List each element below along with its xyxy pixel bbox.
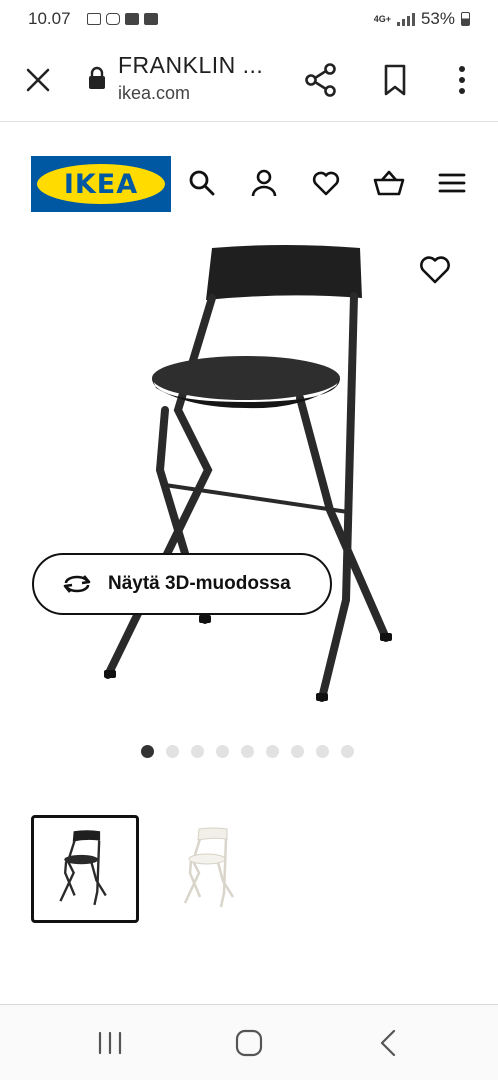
search-icon bbox=[189, 170, 215, 196]
logo-oval: IKEA bbox=[37, 164, 165, 204]
carousel-dot[interactable] bbox=[316, 745, 329, 758]
thumbnail-black-chair[interactable] bbox=[31, 815, 139, 923]
system-nav-bar bbox=[0, 1005, 498, 1080]
status-time: 10.07 bbox=[28, 9, 71, 28]
carousel-dot[interactable] bbox=[141, 745, 154, 758]
battery-icon bbox=[461, 12, 470, 26]
home-icon bbox=[235, 1029, 263, 1057]
bookmark-button[interactable] bbox=[380, 62, 410, 98]
status-bar: 10.07 4G+ 53% bbox=[0, 0, 498, 38]
share-button[interactable] bbox=[304, 62, 338, 98]
domain: ikea.com bbox=[118, 83, 191, 103]
recents-button[interactable] bbox=[90, 1027, 130, 1059]
rotate-3d-icon bbox=[63, 575, 91, 593]
more-options-button[interactable] bbox=[452, 62, 472, 98]
carousel-dot[interactable] bbox=[341, 745, 354, 758]
cart-icon bbox=[373, 170, 405, 196]
carousel-dot[interactable] bbox=[166, 745, 179, 758]
home-button[interactable] bbox=[229, 1027, 269, 1059]
product-image[interactable] bbox=[0, 230, 498, 720]
favorites-icon bbox=[312, 171, 340, 196]
instagram-icon bbox=[105, 13, 120, 25]
chair-illustration bbox=[104, 245, 392, 702]
account-button[interactable] bbox=[249, 168, 279, 198]
carousel-dot[interactable] bbox=[191, 745, 204, 758]
carousel-dot[interactable] bbox=[216, 745, 229, 758]
carousel-dots bbox=[141, 745, 354, 758]
thumbnail-black-image bbox=[59, 830, 107, 906]
battery-percent: 53% bbox=[420, 9, 455, 28]
status-left: 10.07 bbox=[28, 9, 158, 29]
account-icon bbox=[251, 169, 277, 197]
mail-icon bbox=[124, 13, 139, 25]
close-button[interactable] bbox=[22, 64, 54, 96]
network-type: 4G+ bbox=[373, 13, 391, 24]
email-icon bbox=[86, 13, 101, 25]
site-header: IKEA bbox=[0, 150, 498, 220]
url-block[interactable]: FRANKLIN ... ikea.com bbox=[118, 52, 288, 104]
favorite-icon bbox=[420, 256, 450, 284]
view-3d-label: Näytä 3D-muodossa bbox=[108, 573, 291, 594]
browser-toolbar: FRANKLIN ... ikea.com bbox=[0, 38, 498, 122]
view-3d-button[interactable]: Näytä 3D-muodossa bbox=[32, 553, 332, 615]
logo-text: IKEA bbox=[63, 168, 139, 200]
thumbnail-white-image bbox=[183, 827, 235, 908]
back-button[interactable] bbox=[368, 1027, 408, 1059]
lock-icon bbox=[88, 66, 106, 90]
menu-icon bbox=[438, 173, 466, 193]
check-icon bbox=[143, 13, 158, 25]
product-favorite-button[interactable] bbox=[418, 252, 452, 286]
search-button[interactable] bbox=[187, 168, 217, 198]
status-right: 4G+ 53% bbox=[374, 9, 470, 29]
cart-button[interactable] bbox=[373, 168, 405, 198]
menu-button[interactable] bbox=[437, 168, 467, 198]
more-icon bbox=[459, 66, 465, 94]
signal-icon bbox=[396, 12, 415, 26]
carousel-dot[interactable] bbox=[266, 745, 279, 758]
back-icon bbox=[380, 1029, 396, 1057]
recents-icon bbox=[98, 1031, 122, 1055]
notification-icons bbox=[86, 13, 158, 25]
carousel-dot[interactable] bbox=[291, 745, 304, 758]
bookmark-icon bbox=[384, 64, 406, 96]
ikea-logo[interactable]: IKEA bbox=[31, 156, 171, 212]
favorites-button[interactable] bbox=[311, 168, 341, 198]
close-icon bbox=[26, 68, 50, 92]
thumbnail-white-chair[interactable] bbox=[157, 815, 265, 923]
share-icon bbox=[305, 63, 336, 97]
carousel-dot[interactable] bbox=[241, 745, 254, 758]
page-title: FRANKLIN ... bbox=[118, 52, 264, 78]
